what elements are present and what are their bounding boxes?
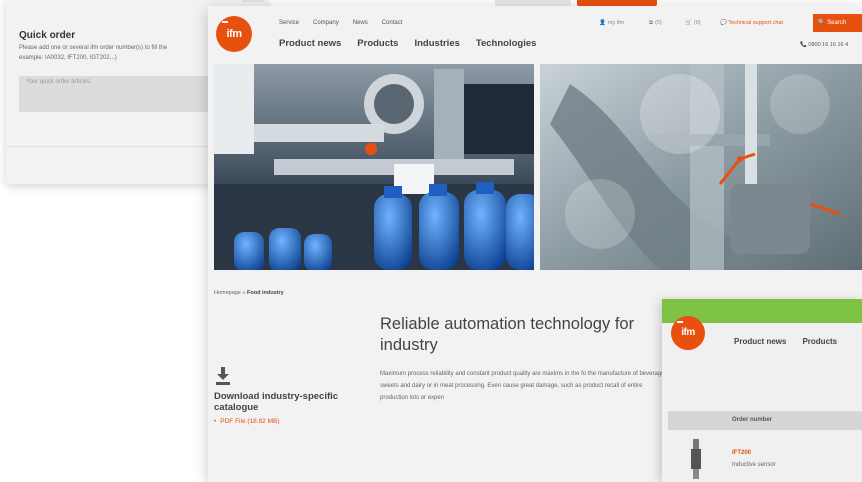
compare-icon: ⧉	[649, 20, 653, 26]
order-number-column: Order number	[732, 417, 773, 423]
top-link-company[interactable]: Company	[313, 20, 339, 26]
nav-industries[interactable]: Industries	[414, 38, 459, 49]
search-button[interactable]: 🔍 Search	[813, 14, 862, 32]
product-code-link[interactable]: IFT200	[732, 450, 751, 456]
washdown-pipe-illustration	[540, 64, 862, 270]
support-chat-link[interactable]: 💬 Technical support chat	[720, 20, 783, 26]
nav-products[interactable]: Products	[357, 38, 398, 49]
ifm-logo[interactable]: ifm	[216, 16, 252, 52]
order-table-header: Order number	[668, 412, 862, 430]
download-catalogue-title: Download industry-specific catalogue	[214, 391, 339, 413]
breadcrumb: Homepage » Food industry	[214, 290, 284, 296]
overlay-nav: Product news Products	[734, 337, 837, 346]
sensor-thumbnail[interactable]	[689, 439, 703, 479]
my-ifm-label: my ifm	[607, 20, 625, 26]
cart-link[interactable]: 🛒 (0)	[685, 20, 701, 26]
compare-link[interactable]: ⧉ (0)	[649, 20, 662, 27]
quick-order-description: Please add one or several ifm order numb…	[19, 43, 234, 63]
pdf-download-link[interactable]: PDF File (18.82 MB)	[214, 418, 279, 425]
top-link-news[interactable]: News	[353, 20, 368, 26]
download-icon	[216, 367, 230, 385]
product-description: Inductive sensor	[732, 462, 776, 468]
breadcrumb-current: Food industry	[247, 290, 284, 296]
quick-order-description-line: Please add one or several ifm order numb…	[19, 45, 168, 51]
my-ifm-link[interactable]: 👤 my ifm	[599, 20, 624, 26]
quick-order-title: Quick order	[19, 30, 76, 41]
page-title: Reliable automation technology for indus…	[380, 315, 635, 354]
search-icon: 🔍	[818, 20, 826, 26]
nav-product-news[interactable]: Product news	[279, 38, 341, 49]
top-link-contact[interactable]: Contact	[382, 20, 403, 26]
phone-icon: 📞	[800, 42, 807, 48]
top-links: Service Company News Contact	[279, 20, 402, 26]
top-link-service[interactable]: Service	[279, 20, 299, 26]
support-chat-label: Technical support chat	[728, 20, 784, 26]
main-nav: Product news Products Industries Technol…	[279, 38, 536, 49]
cart-count: (0)	[693, 20, 701, 26]
hero-banner	[214, 64, 862, 270]
bottling-machine-illustration	[214, 64, 534, 270]
breadcrumb-separator: »	[242, 290, 246, 296]
product-page-overlay: ifm Product news Products Order number I…	[662, 299, 862, 482]
cart-icon: 🛒	[685, 20, 692, 26]
panel-strip	[242, 0, 264, 2]
washdown-pipe-image	[540, 64, 862, 270]
breadcrumb-home[interactable]: Homepage	[214, 290, 241, 296]
bottling-machine-image	[214, 64, 534, 270]
chat-icon: 💬	[720, 20, 727, 26]
phone-number[interactable]: 📞 0800 16 16 16 4	[800, 42, 848, 48]
search-label: Search	[827, 20, 847, 26]
quick-order-example: example: IA0032, IFT200, IGT202...)	[19, 55, 117, 61]
intro-text: Maximum process reliability and constant…	[380, 371, 670, 401]
nav-technologies[interactable]: Technologies	[476, 38, 537, 49]
ifm-logo-overlay[interactable]: ifm	[671, 316, 705, 350]
compare-count: (0)	[654, 20, 662, 26]
overlay-nav-products[interactable]: Products	[802, 337, 837, 346]
quick-order-input-placeholder: Your quick order articles	[26, 79, 91, 85]
logo-mark	[677, 321, 683, 323]
logo-mark	[222, 21, 228, 23]
user-icon: 👤	[599, 20, 606, 26]
phone-label: 0800 16 16 16 4	[808, 42, 849, 48]
overlay-nav-product-news[interactable]: Product news	[734, 337, 786, 346]
